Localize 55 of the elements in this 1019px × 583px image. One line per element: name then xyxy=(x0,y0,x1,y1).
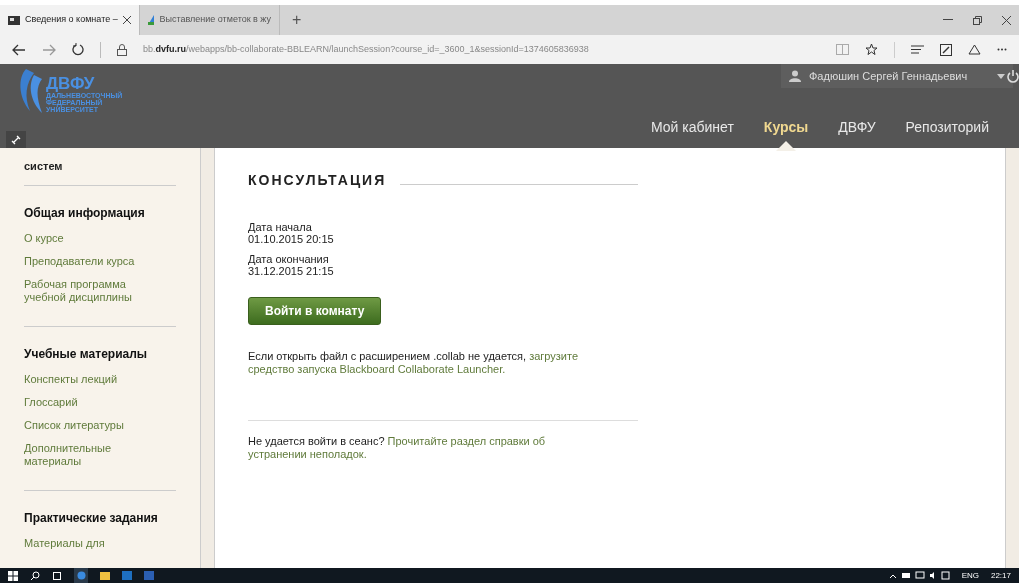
dropdown-caret-icon xyxy=(997,73,1005,79)
tray-icons[interactable] xyxy=(889,571,950,580)
sidebar-link[interactable]: Преподаватели курса xyxy=(24,255,154,268)
language-indicator[interactable]: ENG xyxy=(961,569,979,582)
clock[interactable]: 22:17 xyxy=(990,569,1011,582)
sidebar-heading: Практические задания xyxy=(24,510,159,527)
date-value: 31.12.2015 21:15 xyxy=(248,265,335,277)
help-note: Не удается войти в сеанс? Прочитайте раздел справки об устранении неполадок. xyxy=(248,435,547,461)
download-launcher-link[interactable]: средство запуска Blackboard Collaborate Launcher. xyxy=(248,363,506,375)
user-menu[interactable]: Фадюшин Сергей Геннадьевич xyxy=(781,64,1013,88)
enter-room-button[interactable]: Войти в комнату xyxy=(248,297,382,325)
refresh-icon[interactable] xyxy=(72,43,84,56)
new-tab-button[interactable]: + xyxy=(280,5,314,35)
logo-title: ДВФУ xyxy=(46,75,95,92)
search-icon[interactable] xyxy=(30,570,40,581)
sidebar-heading[interactable]: систем xyxy=(24,160,176,173)
restore-icon[interactable] xyxy=(973,15,982,25)
nav-link[interactable]: Репозиторий xyxy=(905,117,989,138)
sidebar-link[interactable]: Список литературы xyxy=(24,419,154,432)
forward-icon[interactable] xyxy=(42,43,56,56)
browser-tab[interactable]: Сведения о комнате – xyxy=(0,5,140,35)
section-title: КОНСУЛЬТАЦИЯ xyxy=(248,171,387,190)
troubleshooting-link[interactable]: Прочитайте раздел справки об xyxy=(387,435,546,447)
start-icon[interactable] xyxy=(8,570,18,581)
task-view-icon[interactable] xyxy=(52,570,62,581)
date-label: Дата окончания xyxy=(248,253,330,265)
browser-taskbar-icon[interactable] xyxy=(74,568,88,583)
download-launcher-link[interactable]: загрузите xyxy=(529,350,579,362)
launcher-note: Если открыть файл с расширением .collab не удается, загрузите средство запуска Blackboard Collaborate Launcher. xyxy=(248,350,580,376)
star-icon[interactable] xyxy=(865,43,878,56)
close-icon[interactable] xyxy=(122,16,131,24)
tab-title: Сведения о комнате – xyxy=(25,13,118,27)
lock-icon xyxy=(117,43,127,56)
troubleshooting-link[interactable]: устранении неполадок. xyxy=(248,448,367,460)
tab-title: Выставление отметок в жу xyxy=(159,13,271,27)
sidebar-link[interactable]: Рабочая программа учебной дисциплины xyxy=(24,278,154,304)
close-icon[interactable] xyxy=(1002,15,1011,25)
nav-link[interactable]: Мой кабинет xyxy=(651,117,734,138)
date-label: Дата начала xyxy=(248,221,313,233)
board-icon xyxy=(8,15,20,25)
sidebar-heading: Общая информация xyxy=(24,205,146,222)
sidebar-link[interactable]: О курсе xyxy=(24,232,154,245)
back-icon[interactable] xyxy=(12,43,26,56)
more-icon[interactable] xyxy=(997,48,1007,51)
user-icon xyxy=(789,70,801,82)
minimize-icon[interactable] xyxy=(943,19,953,21)
sidebar-link[interactable]: Дополнительные материалы xyxy=(24,442,154,468)
sidebar-link[interactable]: Материалы для xyxy=(24,537,154,550)
power-icon[interactable] xyxy=(1007,69,1019,83)
sidebar-heading: Учебные материалы xyxy=(24,346,149,363)
sidebar-link[interactable]: Глоссарий xyxy=(24,396,154,409)
nav-link[interactable]: ДВФУ xyxy=(838,117,876,138)
sidebar-link[interactable]: Конспекты лекций xyxy=(24,373,154,386)
date-value: 01.10.2015 20:15 xyxy=(248,233,335,245)
scrollbar-track[interactable] xyxy=(200,148,215,568)
